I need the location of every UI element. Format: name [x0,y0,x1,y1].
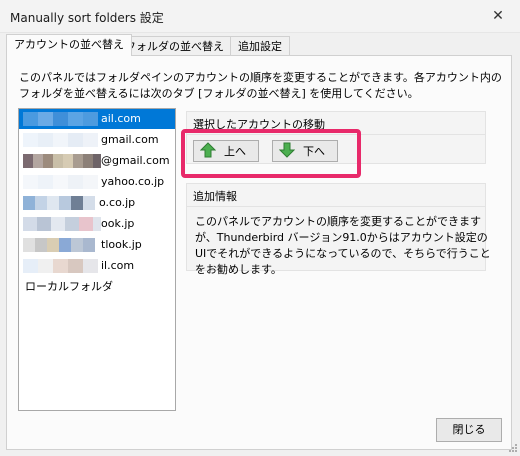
divider [187,206,485,207]
close-icon: ✕ [492,8,504,24]
account-item[interactable]: o.co.jp [19,193,175,213]
account-label: gmail.com [101,133,159,146]
account-label: @gmail.com [101,154,170,167]
account-item[interactable]: ook.jp [19,214,175,234]
account-label: il.com [101,259,135,272]
tab-panel: このパネルではフォルダペインのアカウントの順序を変更することができます。各アカウ… [6,55,512,450]
tab-folder-sort[interactable]: フォルダの並べ替え [117,36,232,56]
account-label: tlook.jp [101,238,142,251]
window-close-button[interactable]: ✕ [484,4,512,28]
account-label: ローカルフォルダ [25,280,113,293]
window-title: Manually sort folders 設定 [10,11,164,25]
tab-extra-settings[interactable]: 追加設定 [230,36,290,56]
account-label: ail.com [101,112,141,125]
account-list[interactable]: ail.com gmail.com @gmail.com yahoo.co.jp… [18,108,176,411]
account-item[interactable]: @gmail.com [19,151,175,171]
close-button[interactable]: 閉じる [436,418,502,442]
highlight-annotation [181,129,361,178]
info-text: このパネルでアカウントの順序を変更することができますが、Thunderbird … [195,215,491,276]
account-item[interactable]: il.com [19,256,175,276]
account-item[interactable]: ail.com [19,109,175,129]
account-label: yahoo.co.jp [101,175,165,188]
title-bar: Manually sort folders 設定 ✕ [0,0,520,33]
info-group-header: 追加情報 [193,190,237,203]
resize-grip[interactable] [508,443,518,453]
account-item[interactable]: gmail.com [19,130,175,150]
panel-description: このパネルではフォルダペインのアカウントの順序を変更することができます。各アカウ… [19,71,502,100]
info-group: 追加情報 このパネルでアカウントの順序を変更することができますが、Thunder… [186,183,491,276]
account-label: o.co.jp [99,196,136,209]
account-item[interactable]: tlook.jp [19,235,175,255]
account-label: ook.jp [101,217,135,230]
account-item[interactable]: yahoo.co.jp [19,172,175,192]
tab-account-sort[interactable]: アカウントの並べ替え [6,34,132,56]
account-item[interactable]: ローカルフォルダ [19,277,175,297]
